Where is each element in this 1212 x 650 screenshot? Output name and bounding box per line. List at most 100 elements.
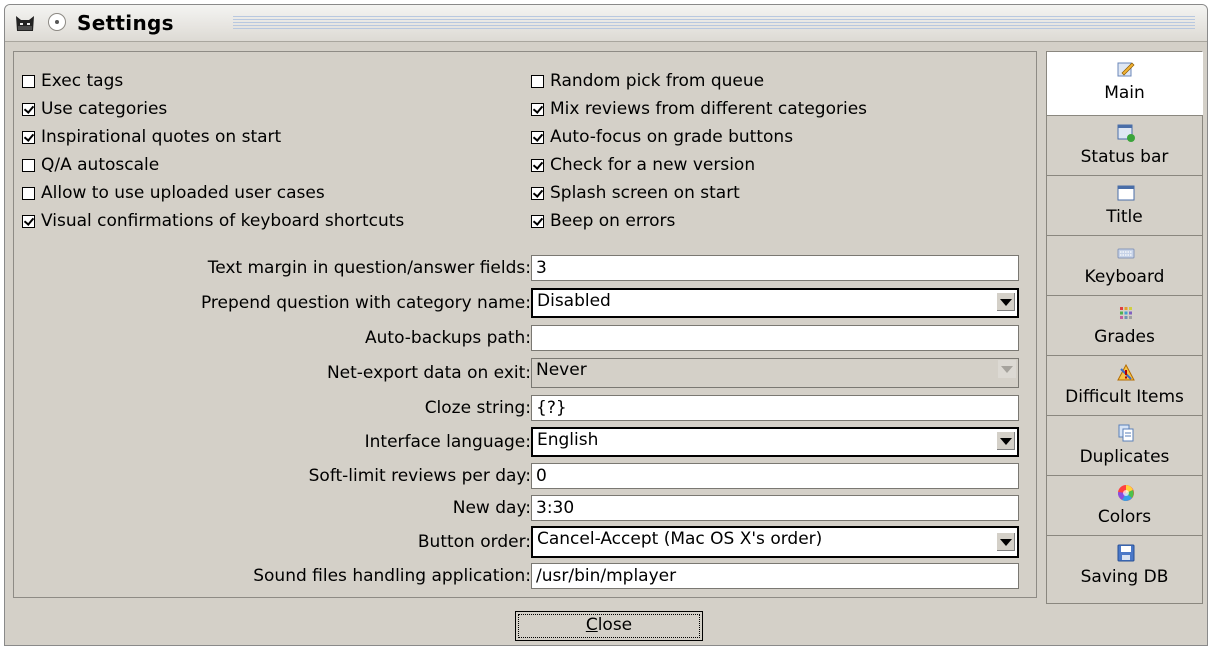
button-order-select[interactable]: Cancel-Accept (Mac OS X's order) [531,526,1019,558]
tab-label: Difficult Items [1065,387,1184,407]
text-margin-input[interactable]: 3 [531,255,1019,281]
checkbox-splash-screen[interactable]: Splash screen on start [531,181,740,205]
sticky-pin-icon[interactable] [48,13,66,31]
checkbox-visual-confirmations[interactable]: Visual confirmations of keyboard shortcu… [22,209,404,233]
keyboard-icon [1117,248,1135,259]
checkbox-label: Visual confirmations of keyboard shortcu… [41,211,405,231]
net-export-select: Never [531,358,1019,388]
checkbox-box[interactable] [22,74,35,88]
sound-app-input[interactable]: /usr/bin/mplayer [531,563,1019,589]
button-order-label: Button order: [417,532,531,552]
checkbox-inspirational-quotes[interactable]: Inspirational quotes on start [22,125,281,149]
checkbox-box[interactable] [22,130,35,144]
duplicate-pages-icon [1118,424,1134,442]
checkbox-label: Inspirational quotes on start [41,127,282,147]
cloze-string-input[interactable]: {?} [531,395,1019,421]
checkbox-box[interactable] [22,186,35,200]
net-export-label: Net-export data on exit: [326,363,531,383]
dropdown-arrow-icon[interactable] [996,292,1015,311]
checkbox-box[interactable] [531,74,544,88]
checkbox-qa-autoscale[interactable]: Q/A autoscale [22,153,159,177]
tab-label: Grades [1094,327,1155,347]
dropdown-arrow-icon[interactable] [996,532,1015,551]
pencil-note-icon [1117,62,1135,77]
checkbox-exec-tags[interactable]: Exec tags [22,69,123,93]
checkbox-box[interactable] [531,186,544,200]
close-mnemonic: C [585,615,598,635]
dropdown-arrow-icon [998,360,1016,378]
select-value: Never [536,360,587,380]
checkbox-label: Exec tags [41,71,124,91]
tab-title[interactable]: Title [1046,175,1203,235]
checkbox-mix-reviews[interactable]: Mix reviews from different categories [531,97,867,121]
tab-saving-db[interactable]: Saving DB [1046,535,1203,604]
checkbox-box[interactable] [531,130,544,144]
tab-keyboard[interactable]: Keyboard [1046,235,1203,295]
checkbox-box[interactable] [22,214,35,228]
checkbox-random-pick[interactable]: Random pick from queue [531,69,764,93]
checkbox-beep-on-errors[interactable]: Beep on errors [531,209,675,233]
floppy-disk-icon [1117,544,1135,562]
tab-label: Main [1104,83,1145,103]
soft-limit-label: Soft-limit reviews per day: [308,466,531,486]
checkbox-box[interactable] [531,214,544,228]
new-day-label: New day: [452,498,531,518]
app-cat-icon[interactable] [15,14,35,32]
tab-label: Duplicates [1079,447,1170,467]
window-title: Settings [77,11,174,35]
checkbox-label: Check for a new version [550,155,756,175]
status-bar-icon [1117,124,1135,142]
checkbox-label: Auto-focus on grade buttons [550,127,794,147]
interface-language-select[interactable]: English [531,427,1019,457]
checkbox-label: Use categories [41,99,168,119]
tab-label: Saving DB [1080,567,1169,587]
checkbox-box[interactable] [531,102,544,116]
cloze-string-label: Cloze string: [424,398,531,418]
tab-duplicates[interactable]: Duplicates [1046,415,1203,475]
checkbox-auto-focus-grade[interactable]: Auto-focus on grade buttons [531,125,793,149]
tab-status-bar[interactable]: Status bar [1046,115,1203,175]
dropdown-arrow-icon[interactable] [996,431,1015,450]
prepend-category-label: Prepend question with category name: [200,293,531,313]
title-bar-stripes [233,16,1195,29]
window-title-icon [1117,185,1135,201]
checkbox-box[interactable] [531,158,544,172]
main-settings-panel: Exec tags Use categories Inspirational q… [13,51,1037,598]
new-day-input[interactable]: 3:30 [531,495,1019,521]
grades-grid-icon [1120,307,1132,319]
select-value: Cancel-Accept (Mac OS X's order) [537,529,823,549]
close-label-rest: lose [597,615,633,635]
backups-path-input[interactable] [531,325,1019,351]
sound-app-label: Sound files handling application: [253,566,531,586]
tab-label: Status bar [1080,147,1169,167]
warning-icon [1117,364,1135,381]
tab-difficult-items[interactable]: Difficult Items [1046,355,1203,415]
close-button[interactable]: Close [515,611,703,641]
soft-limit-input[interactable]: 0 [531,463,1019,489]
checkbox-uploaded-user-cases[interactable]: Allow to use uploaded user cases [22,181,325,205]
close-button-label: Close [586,615,632,635]
tab-label: Title [1106,207,1143,227]
select-value: Disabled [537,291,611,311]
tab-label: Keyboard [1084,267,1165,287]
prepend-category-select[interactable]: Disabled [531,288,1019,318]
color-wheel-icon [1117,485,1134,501]
settings-window: Settings Exec tags Use categories Inspir… [4,4,1208,646]
select-value: English [537,430,599,450]
checkbox-box[interactable] [22,158,35,172]
tab-grades[interactable]: Grades [1046,295,1203,355]
checkbox-label: Splash screen on start [550,183,740,203]
checkbox-use-categories[interactable]: Use categories [22,97,167,121]
checkbox-label: Beep on errors [550,211,676,231]
checkbox-box[interactable] [22,102,35,116]
text-margin-label: Text margin in question/answer fields: [207,258,531,278]
checkbox-check-new-version[interactable]: Check for a new version [531,153,755,177]
checkbox-label: Allow to use uploaded user cases [41,183,325,203]
backups-path-label: Auto-backups path: [365,328,531,348]
tab-colors[interactable]: Colors [1046,475,1203,535]
tab-main[interactable]: Main [1046,51,1203,115]
checkbox-label: Mix reviews from different categories [550,99,868,119]
tab-label: Colors [1097,507,1152,527]
settings-sidebar: Main Status bar Title Keyboard Grades Di… [1046,51,1203,604]
title-bar[interactable]: Settings [5,5,1207,42]
